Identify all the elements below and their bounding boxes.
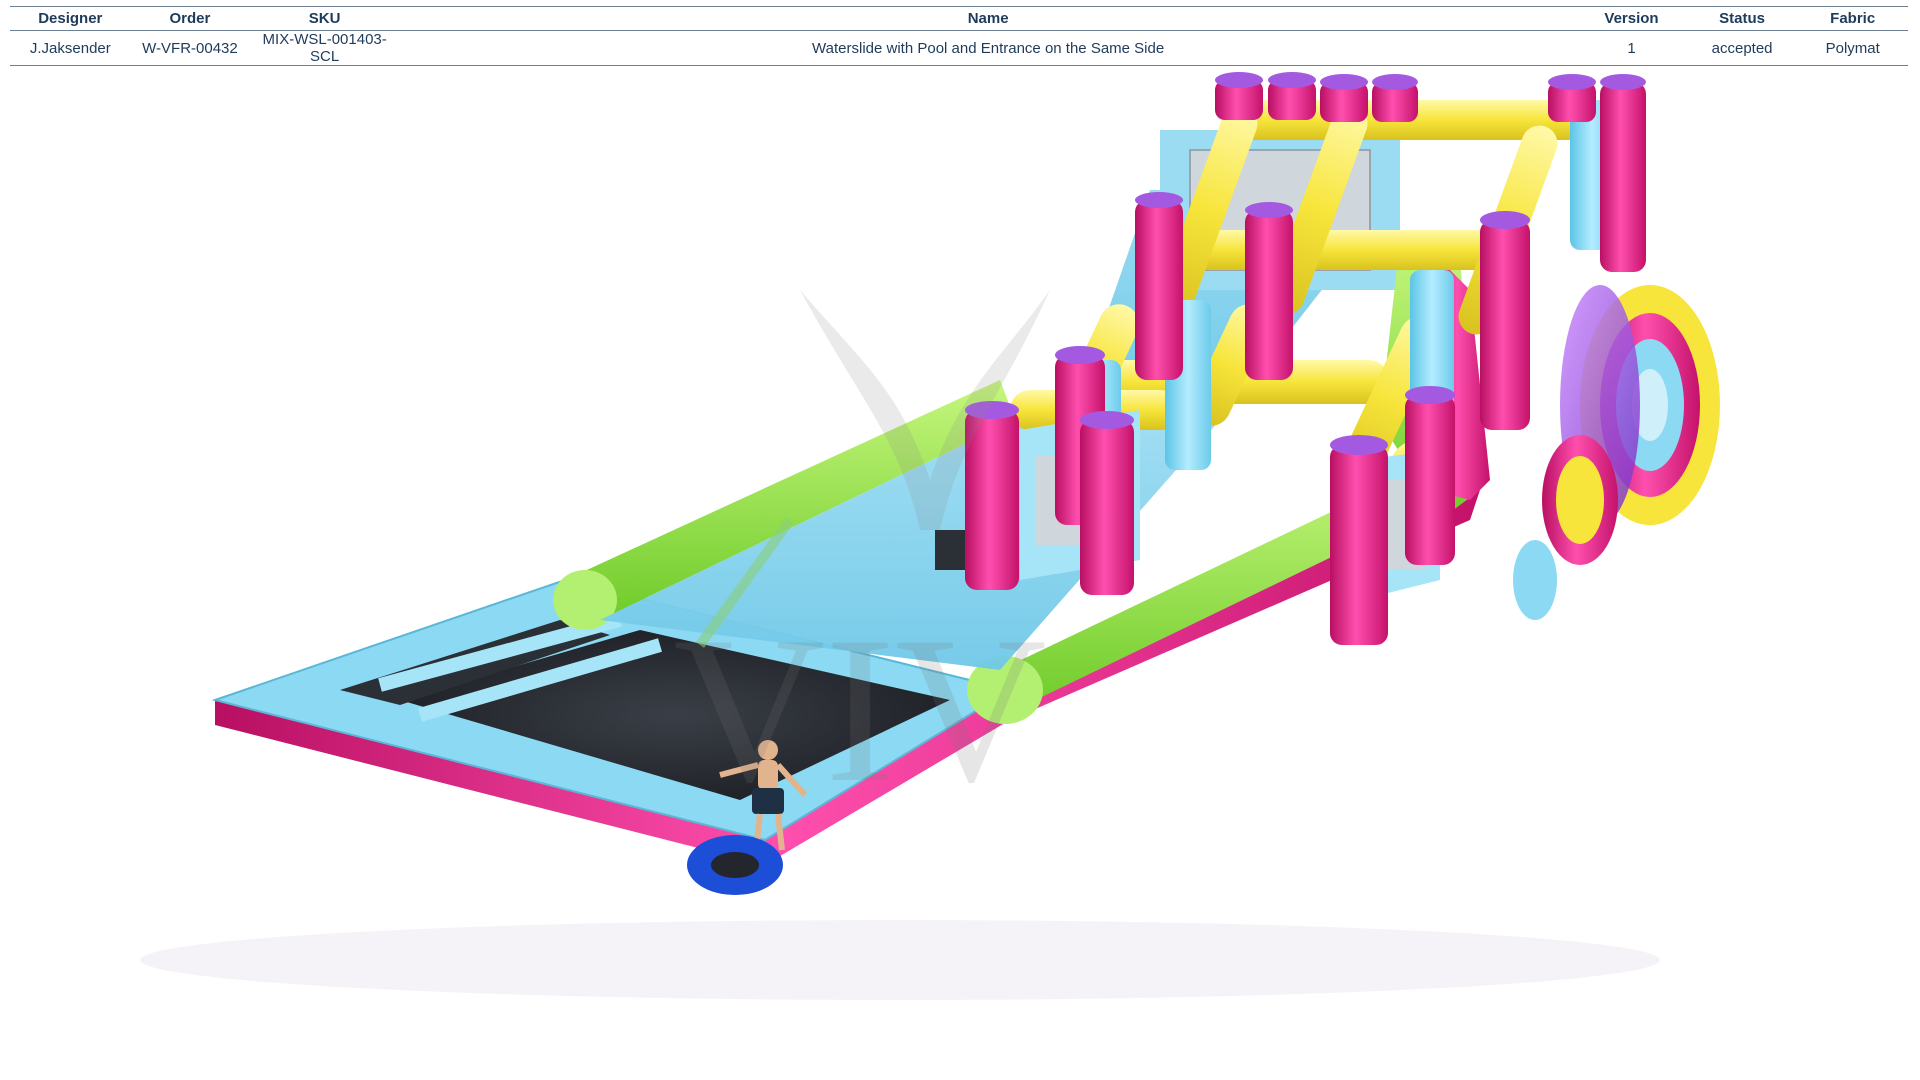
small-target-ring (1542, 435, 1618, 565)
order-header: Order (130, 6, 250, 31)
status-header: Status (1686, 6, 1798, 31)
fabric-header: Fabric (1797, 6, 1908, 31)
watermark-text: VIV (673, 594, 1046, 826)
floor-shadow (140, 920, 1660, 1000)
sku-header: SKU (249, 6, 401, 31)
spec-header-row: Designer Order SKU Name Version Status F… (10, 6, 1908, 31)
version-header: Version (1576, 6, 1687, 31)
name-header: Name (400, 6, 1577, 31)
side-ball (1513, 540, 1557, 620)
waterslide-render: VIV (140, 72, 1720, 1000)
spec-table: Designer Order SKU Name Version Status F… (10, 6, 1908, 66)
product-sheet: Designer Order SKU Name Version Status F… (0, 0, 1920, 1080)
designer-header: Designer (10, 6, 131, 31)
swim-ring (687, 835, 783, 895)
